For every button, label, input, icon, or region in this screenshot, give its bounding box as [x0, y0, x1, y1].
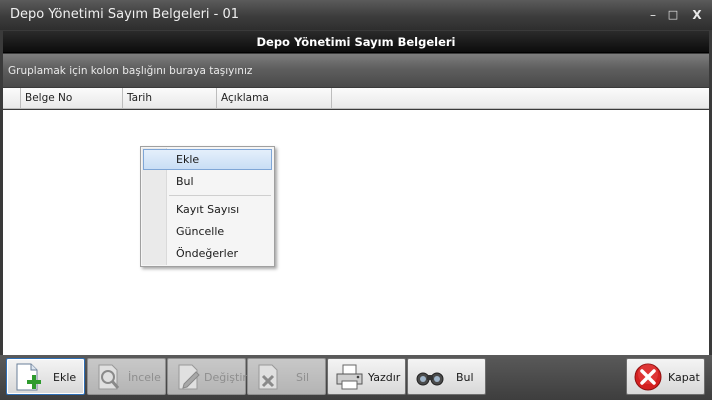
grid-body[interactable] [3, 110, 709, 355]
maximize-button[interactable]: □ [664, 6, 682, 24]
group-by-panel[interactable]: Gruplamak için kolon başlığını buraya ta… [3, 54, 709, 87]
close-button[interactable]: Kapat [626, 358, 705, 395]
binoculars-icon [416, 372, 444, 386]
menu-item-bul[interactable]: Bul [143, 171, 272, 192]
column-header-tarih[interactable]: Tarih [123, 88, 217, 109]
main-window: Depo Yönetimi Sayım Belgeleri - 01 – □ X… [0, 0, 712, 400]
add-button-label: Ekle [53, 371, 77, 384]
delete-button[interactable]: Sil [247, 358, 326, 395]
minimize-button[interactable]: – [644, 6, 662, 24]
inspect-button[interactable]: İncele [87, 358, 166, 395]
menu-item-guncelle[interactable]: Güncelle [143, 221, 272, 242]
add-document-icon [16, 363, 41, 391]
window-title: Depo Yönetimi Sayım Belgeleri - 01 [10, 7, 240, 22]
menu-item-ekle[interactable]: Ekle [143, 149, 272, 170]
grid-header: Belge No Tarih Açıklama [3, 88, 709, 109]
delete-document-icon [258, 364, 278, 390]
inspect-button-label: İncele [128, 371, 161, 384]
magnifier-document-icon [98, 364, 120, 390]
form-header: Depo Yönetimi Sayım Belgeleri [3, 31, 709, 53]
edit-document-icon [178, 364, 200, 390]
find-button[interactable]: Bul [407, 358, 486, 395]
printer-icon [336, 364, 363, 390]
row-indicator-header[interactable] [3, 88, 21, 109]
close-button-label: Kapat [668, 371, 700, 384]
group-by-hint: Gruplamak için kolon başlığını buraya ta… [8, 65, 253, 77]
bottom-toolbar: Ekle İncele Değiştir Sil Yazdır Bul Kapa… [0, 355, 712, 400]
menu-separator [169, 195, 271, 196]
find-button-label: Bul [456, 371, 474, 384]
close-circle-icon [634, 363, 662, 391]
edit-button-label: Değiştir [204, 371, 247, 384]
title-bar[interactable]: Depo Yönetimi Sayım Belgeleri - 01 – □ X [0, 0, 712, 30]
print-button-label: Yazdır [368, 371, 401, 384]
context-menu: Ekle Bul Kayıt Sayısı Güncelle Öndeğerle… [140, 146, 275, 267]
menu-item-ondegerler[interactable]: Öndeğerler [143, 243, 272, 264]
close-window-button[interactable]: X [688, 6, 706, 24]
form-header-title: Depo Yönetimi Sayım Belgeleri [256, 35, 456, 49]
delete-button-label: Sil [296, 371, 310, 384]
print-button[interactable]: Yazdır [327, 358, 406, 395]
column-header-aciklama[interactable]: Açıklama [217, 88, 332, 109]
add-button[interactable]: Ekle [6, 358, 85, 395]
column-header-belge-no[interactable]: Belge No [21, 88, 123, 109]
edit-button[interactable]: Değiştir [167, 358, 247, 395]
menu-item-kayit-sayisi[interactable]: Kayıt Sayısı [143, 199, 272, 220]
